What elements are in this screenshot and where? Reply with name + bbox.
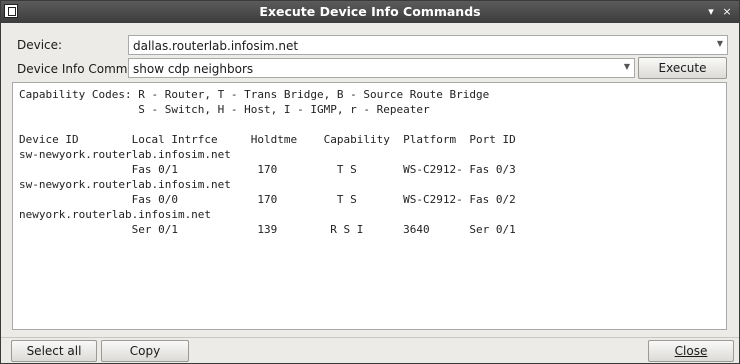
device-label: Device: <box>17 38 63 52</box>
divider <box>1 337 739 338</box>
device-combo[interactable]: dallas.routerlab.infosim.net ▼ <box>128 35 728 55</box>
device-value: dallas.routerlab.infosim.net <box>133 39 299 53</box>
output-text: Capability Codes: R - Router, T - Trans … <box>19 88 516 236</box>
chevron-down-icon: ▼ <box>623 62 630 71</box>
copy-button[interactable]: Copy <box>101 340 189 362</box>
dialog-window: Execute Device Info Commands ▾ × Device:… <box>0 0 740 364</box>
close-button[interactable]: Close <box>648 340 734 362</box>
window-title: Execute Device Info Commands <box>259 4 481 19</box>
select-all-button[interactable]: Select all <box>11 340 97 362</box>
output-text-area[interactable]: Capability Codes: R - Router, T - Trans … <box>12 82 727 330</box>
close-icon[interactable]: × <box>720 4 734 20</box>
chevron-down-icon: ▼ <box>716 39 723 48</box>
command-value: show cdp neighbors <box>133 62 254 76</box>
minimize-icon[interactable]: ▾ <box>704 4 718 20</box>
execute-button[interactable]: Execute <box>638 57 727 79</box>
title-bar: Execute Device Info Commands ▾ × <box>1 1 739 23</box>
command-combo[interactable]: show cdp neighbors ▼ <box>128 58 635 78</box>
close-button-label: Close <box>674 344 708 358</box>
